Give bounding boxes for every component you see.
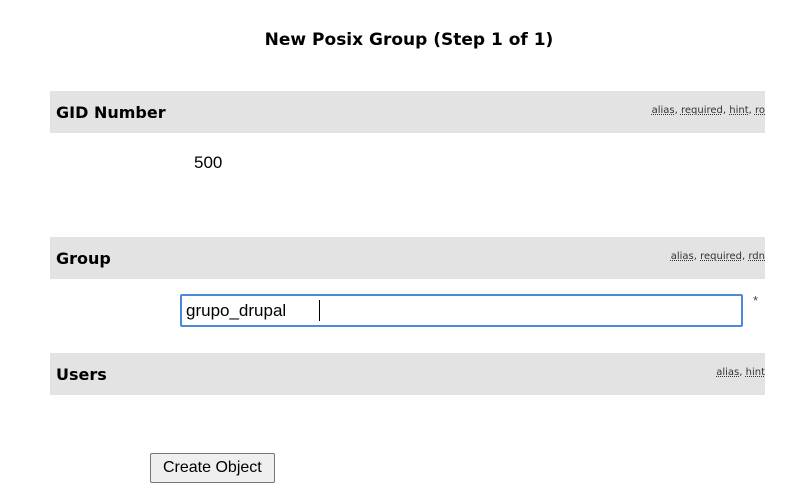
required-marker: * bbox=[753, 293, 759, 308]
section-hints-users: alias, hint bbox=[716, 367, 765, 378]
hint-alias[interactable]: alias bbox=[671, 251, 694, 262]
section-group: Group alias, required, rdn bbox=[50, 237, 765, 279]
section-label-users: Users bbox=[56, 365, 107, 384]
hint-alias[interactable]: alias bbox=[716, 367, 739, 378]
create-object-button[interactable]: Create Object bbox=[150, 453, 275, 483]
hint-hint[interactable]: hint bbox=[746, 367, 765, 378]
section-users: Users alias, hint bbox=[50, 353, 765, 395]
hint-ro[interactable]: ro bbox=[755, 105, 765, 116]
section-gid-number: GID Number alias, required, hint, ro bbox=[50, 91, 765, 133]
hint-alias[interactable]: alias bbox=[652, 105, 675, 116]
text-caret bbox=[319, 300, 320, 321]
gid-number-value: 500 bbox=[180, 150, 735, 176]
page-title: New Posix Group (Step 1 of 1) bbox=[264, 30, 554, 50]
section-label-group: Group bbox=[56, 249, 111, 268]
hint-required[interactable]: required bbox=[681, 105, 723, 116]
hint-hint[interactable]: hint bbox=[729, 105, 748, 116]
new-posix-group-form: New Posix Group (Step 1 of 1) GID Number… bbox=[0, 0, 788, 497]
hint-required[interactable]: required bbox=[700, 251, 742, 262]
section-hints-group: alias, required, rdn bbox=[670, 251, 765, 262]
group-name-input[interactable] bbox=[180, 294, 743, 327]
hint-rdn[interactable]: rdn bbox=[748, 251, 765, 262]
section-hints-gid-number: alias, required, hint, ro bbox=[651, 105, 765, 116]
section-label-gid-number: GID Number bbox=[56, 103, 166, 122]
